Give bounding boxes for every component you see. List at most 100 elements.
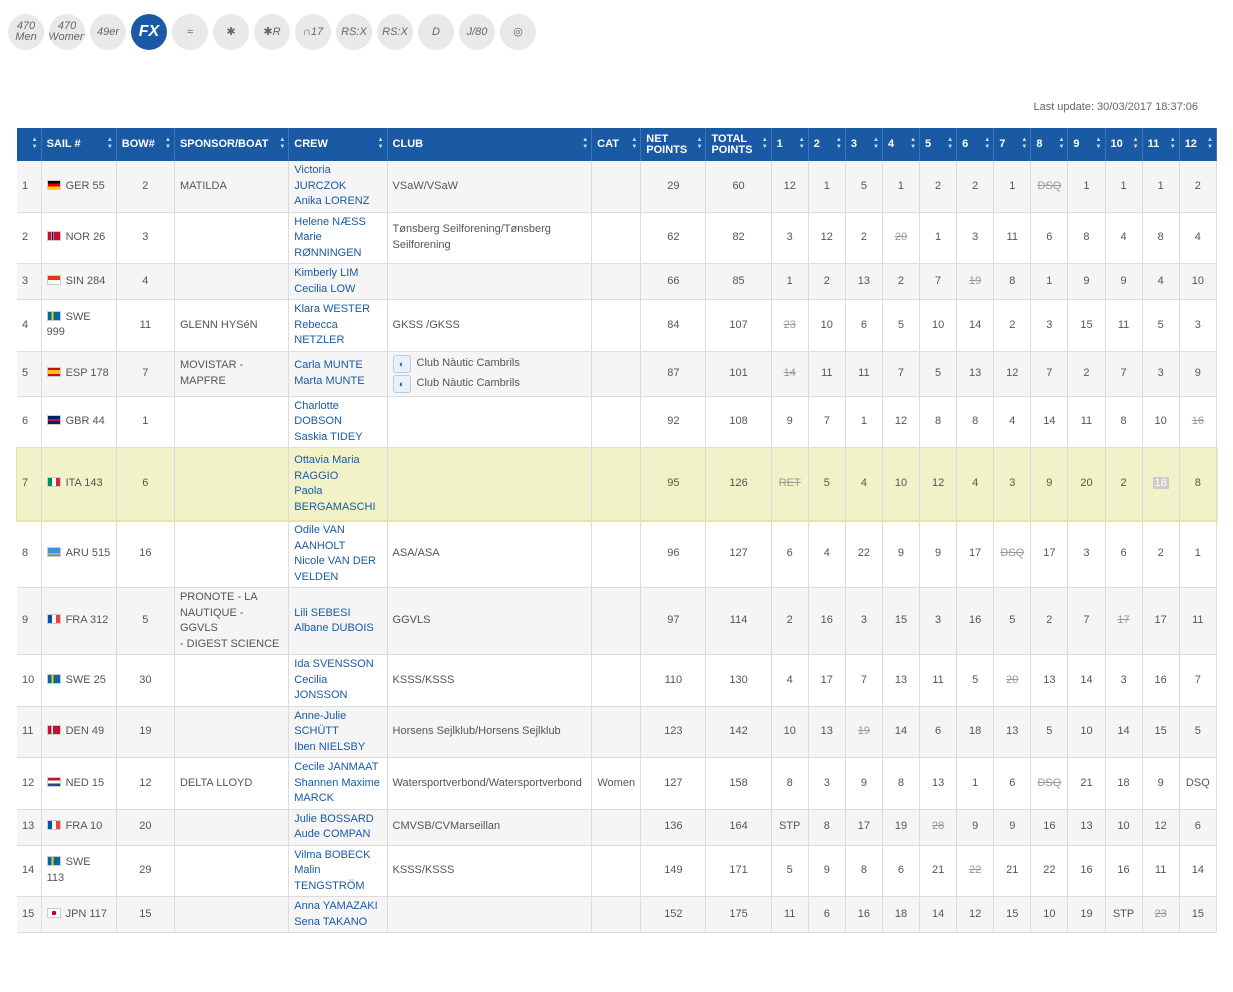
table-row[interactable]: 13 FRA 10 20 Julie BOSSARD Aude COMPAN CMVSB/… [17,809,1218,846]
sort-arrows-icon[interactable]: ▲ ▼ [697,137,703,151]
table-row[interactable]: 3 SIN 284 4 Kimberly LIM Cecilia LOW 66 85 1 2 13… [17,263,1218,300]
crew-name[interactable]: Anne-Julie [294,710,346,722]
table-row[interactable]: 4 SWE 999 11 GLENN HYSéN Klara WESTER Rebecca… [17,299,1218,352]
table-row[interactable]: 15 JPN 117 15 Anna YAMAZAKI Sena TAKANO 152 17… [17,896,1218,933]
crew-name[interactable]: Iben NIELSBY [294,741,365,753]
crew-name[interactable]: Charlotte [294,400,339,412]
sort-arrows-icon[interactable]: ▲ ▼ [631,137,637,151]
table-row[interactable]: 6 GBR 44 1 Charlotte DOBSON Saskia TIDEY 92 108… [17,396,1218,448]
crew-name[interactable]: Albane DUBOIS [294,622,373,634]
column-header-8[interactable]: 8 ▲ ▼ [1030,128,1069,161]
column-header-10[interactable]: 10 ▲ ▼ [1105,128,1143,161]
crew-name[interactable]: JURCZOK [294,180,346,192]
column-header-7[interactable]: 7 ▲ ▼ [993,128,1032,161]
crew-name[interactable]: NETZLER [294,334,344,346]
crew-name[interactable]: Carla MUNTE [294,359,362,371]
sort-arrows-icon[interactable]: ▲ ▼ [873,137,879,151]
crew-name[interactable]: RAGGIO [294,470,338,482]
table-row[interactable]: 8 ARU 515 16 Odile VAN AANHOLT Nicole VAN DER… [17,520,1218,588]
crew-name[interactable]: Victoria [294,164,330,176]
crew-name[interactable]: Malin [294,864,320,876]
sort-arrows-icon[interactable]: ▲ ▼ [1058,137,1064,151]
470-men-icon[interactable]: 470 Men [8,14,44,50]
crew-name[interactable]: Saskia TIDEY [294,431,362,443]
nacra-icon[interactable]: ≈ [172,14,208,50]
sort-arrows-icon[interactable]: ▲ ▼ [1021,137,1027,151]
j80-icon[interactable]: J/80 [459,14,495,50]
crew-name[interactable]: BERGAMASCHI [294,501,375,513]
crew-name[interactable]: AANHOLT [294,540,345,552]
crew-name[interactable]: Sena TAKANO [294,916,367,928]
crew-name[interactable]: Marta MUNTE [294,375,364,387]
table-row[interactable]: 10 SWE 25 30 Ida SVENSSON Cecilia JONSSON KSS… [17,654,1218,707]
crew-name[interactable]: Ida SVENSSON [294,658,373,670]
crew-name[interactable]: Paola [294,485,322,497]
2-4mr-icon[interactable]: ∩17 [295,14,331,50]
sort-arrows-icon[interactable]: ▲ ▼ [582,137,588,151]
finn-icon[interactable]: ✱ [213,14,249,50]
crew-name[interactable]: Ottavia Maria [294,454,359,466]
sort-arrows-icon[interactable]: ▲ ▼ [1170,137,1176,151]
crew-name[interactable]: Helene NÆSS [294,216,366,228]
crew-name[interactable]: TENGSTRÖM [294,880,364,892]
crew-name[interactable]: Cecile JANMAAT [294,761,378,773]
column-header-11[interactable]: 11 ▲ ▼ [1142,128,1180,161]
sort-arrows-icon[interactable]: ▲ ▼ [1207,137,1213,151]
table-row[interactable]: 11 DEN 49 19 Anne-Julie SCHÜTT Iben NIELSBY Ho… [17,706,1218,758]
crew-name[interactable]: Julie BOSSARD [294,813,373,825]
crew-name[interactable]: VELDEN [294,571,338,583]
column-header-sponsor-boat[interactable]: SPONSOR/BOAT ▲ ▼ [174,128,290,161]
crew-name[interactable]: Nicole VAN DER [294,555,376,567]
crew-name[interactable]: SCHÜTT [294,725,339,737]
table-row[interactable]: 12 NED 15 12 DELTA LLOYD Cecile JANMAAT Shann… [17,757,1218,810]
sort-arrows-icon[interactable]: ▲ ▼ [836,137,842,151]
column-header-club[interactable]: CLUB ▲ ▼ [387,128,593,161]
sort-arrows-icon[interactable]: ▲ ▼ [279,137,285,151]
crew-name[interactable]: Anika LORENZ [294,195,369,207]
crew-name[interactable]: Kimberly LIM [294,267,358,279]
sort-arrows-icon[interactable]: ▲ ▼ [799,137,805,151]
sort-arrows-icon[interactable]: ▲ ▼ [107,137,113,151]
sort-arrows-icon[interactable]: ▲ ▼ [32,137,38,151]
crew-name[interactable]: Marie [294,231,322,243]
column-header-bow-[interactable]: BOW# ▲ ▼ [116,128,175,161]
crew-name[interactable]: MARCK [294,792,334,804]
table-row[interactable]: 7 ITA 143 6 Ottavia Maria RAGGIO Paola BERGAMA… [16,446,1218,522]
fx-icon[interactable]: FX [131,14,167,50]
column-header-9[interactable]: 9 ▲ ▼ [1067,128,1106,161]
sort-arrows-icon[interactable]: ▲ ▼ [165,137,171,151]
column-header-2[interactable]: 2 ▲ ▼ [808,128,846,161]
crew-name[interactable]: DOBSON [294,415,342,427]
crew-name[interactable]: Cecilia JONSSON [294,674,347,702]
table-row[interactable]: 9 FRA 312 5 PRONOTE - LA NAUTIQUE - GGVLS - D… [17,587,1218,655]
sort-arrows-icon[interactable]: ▲ ▼ [910,137,916,151]
column-header-net-points[interactable]: NET POINTS ▲ ▼ [640,128,707,161]
rsx-women-icon[interactable]: RS:X [377,14,413,50]
column-header-3[interactable]: 3 ▲ ▼ [845,128,883,161]
sort-arrows-icon[interactable]: ▲ ▼ [1096,137,1102,151]
2-4-icon[interactable]: D [418,14,454,50]
crew-name[interactable]: RØNNINGEN [294,247,361,259]
crew-name[interactable]: Aude COMPAN [294,828,370,840]
laser-radial-icon[interactable]: ✱R [254,14,290,50]
column-header-5[interactable]: 5 ▲ ▼ [919,128,958,161]
crew-name[interactable]: Cecilia LOW [294,283,355,295]
crew-name[interactable]: Anna YAMAZAKI [294,900,377,912]
crew-name[interactable]: Vilma BOBECK [294,849,370,861]
470-women-icon[interactable]: 470 Women [49,14,85,50]
crew-name[interactable]: Odile VAN [294,524,345,536]
column-header-1[interactable]: 1 ▲ ▼ [771,128,809,161]
rsx-men-icon[interactable]: RS:X [336,14,372,50]
sort-arrows-icon[interactable]: ▲ ▼ [947,137,953,151]
column-header-4[interactable]: 4 ▲ ▼ [882,128,921,161]
table-row[interactable]: 5 ESP 178 7 MOVISTAR - MAPFRE Carla MUNTE Mart… [17,351,1218,397]
table-row[interactable]: 1 GER 55 2 MATILDA Victoria JURCZOK Anika LORE… [17,161,1218,213]
column-header-12[interactable]: 12 ▲ ▼ [1179,128,1218,161]
crew-name[interactable]: Klara WESTER [294,303,370,315]
crew-name[interactable]: Shannen Maxime [294,777,380,789]
sort-arrows-icon[interactable]: ▲ ▼ [762,137,768,151]
column-header-sail-[interactable]: SAIL # ▲ ▼ [41,128,117,161]
column-header-crew[interactable]: CREW ▲ ▼ [288,128,388,161]
column-header-6[interactable]: 6 ▲ ▼ [956,128,995,161]
49er-icon[interactable]: 49er [90,14,126,50]
